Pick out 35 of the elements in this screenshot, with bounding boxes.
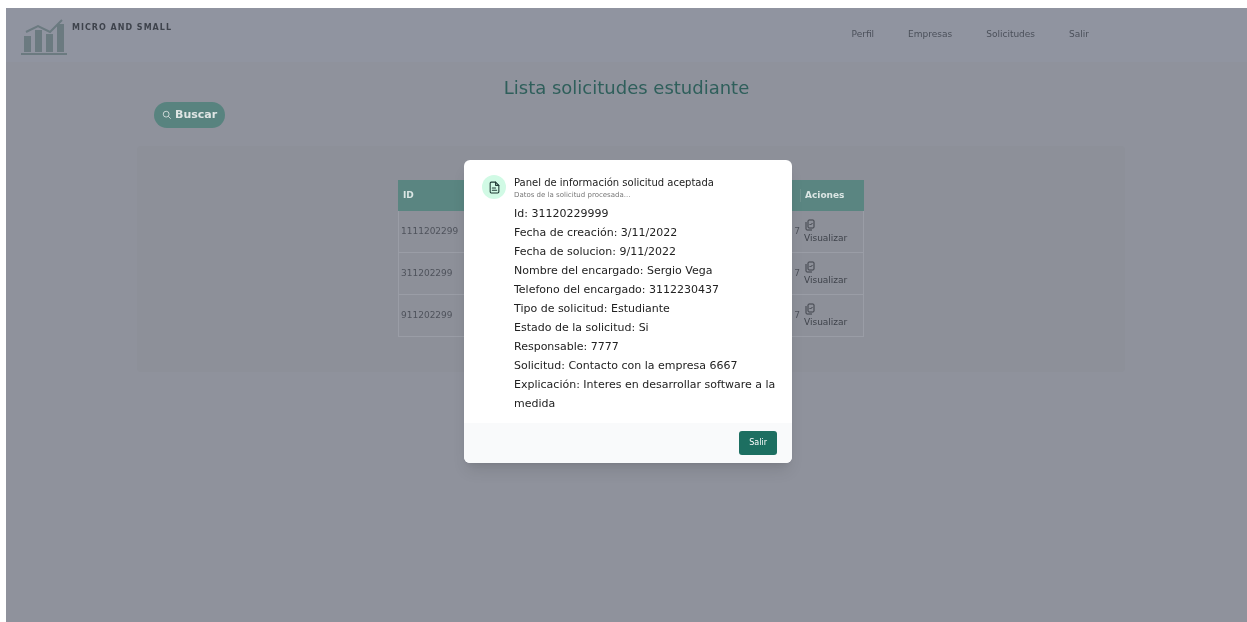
nav-link[interactable]: Solicitudes: [986, 28, 1036, 42]
table-cell-text: 911202299: [400, 308, 454, 322]
visualize-link[interactable]: Visualizar: [801, 301, 863, 330]
detail-line: Responsable: 7777: [514, 338, 620, 355]
visualize-link[interactable]: Visualizar: [801, 259, 863, 288]
nav-link[interactable]: Empresas: [908, 28, 953, 42]
detail-line: Fecha de solucion: 9/11/2022: [514, 243, 677, 260]
detail-line: Explicación: Interes en desarrollar software a la medida: [514, 376, 777, 412]
logo-text: MICRO AND SMALL: [72, 22, 172, 34]
table-cell-text: 311202299: [400, 266, 454, 280]
detail-line: Solicitud: Contacto con la empresa 6667: [514, 357, 739, 374]
column-header: Aciones: [800, 188, 864, 203]
detail-line: Fecha de creación: 3/11/2022: [514, 224, 679, 241]
column-header: ID: [402, 188, 415, 202]
copy-icon: [804, 301, 816, 316]
detail-line: Tipo de solicitud: Estudiante: [514, 300, 671, 317]
document-icon: [487, 180, 501, 194]
table-cell-text: 7: [794, 308, 800, 322]
detail-line: Id: 31120229999: [514, 205, 610, 222]
copy-icon: [804, 217, 816, 232]
visualize-link[interactable]: Visualizar: [801, 217, 863, 246]
detail-line: Nombre del encargado: Sergio Vega: [514, 262, 714, 279]
dialog-title: Panel de información solicitud aceptada: [514, 176, 715, 190]
search-icon: [162, 110, 172, 120]
table-cell-text: 1111202299: [400, 224, 460, 238]
nav-link[interactable]: Perfil: [851, 28, 875, 42]
close-button[interactable]: Salir: [739, 430, 777, 455]
search-button[interactable]: Buscar: [154, 102, 226, 128]
nav-link[interactable]: Salir: [1069, 28, 1089, 42]
detail-line: Estado de la solicitud: Si: [514, 319, 650, 336]
page-title: Lista solicitudes estudiante: [503, 76, 750, 100]
copy-icon: [804, 259, 816, 274]
detail-line: Telefono del encargado: 3112230437: [514, 281, 721, 298]
table-cell-text: 7: [794, 224, 800, 238]
table-cell-text: 7: [794, 266, 800, 280]
